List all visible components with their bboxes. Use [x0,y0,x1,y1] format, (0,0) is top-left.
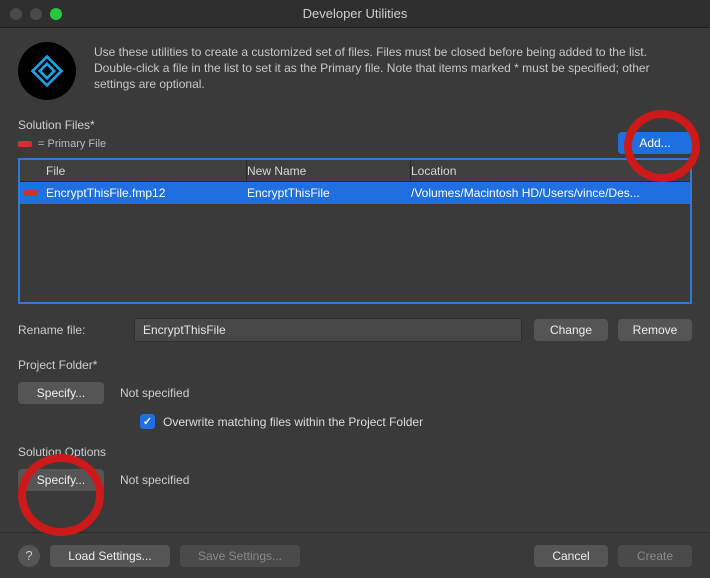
cell-new-name: EncryptThisFile [247,186,411,200]
table-row[interactable]: EncryptThisFile.fmp12 EncryptThisFile /V… [20,182,690,204]
column-location[interactable]: Location [411,160,690,181]
primary-file-legend: = Primary File [18,138,692,150]
dialog-footer: ? Load Settings... Save Settings... Canc… [0,532,710,578]
close-window-icon[interactable] [10,8,22,20]
remove-button[interactable]: Remove [618,319,692,341]
cell-location: /Volumes/Macintosh HD/Users/vince/Des... [411,186,690,200]
table-header: File New Name Location [20,160,690,182]
solution-options-specify-button[interactable]: Specify... [18,469,104,491]
project-folder-specify-button[interactable]: Specify... [18,382,104,404]
overwrite-label: Overwrite matching files within the Proj… [163,415,423,429]
column-new-name[interactable]: New Name [247,160,411,181]
primary-file-indicator-icon [18,141,32,147]
app-icon [18,42,76,100]
cell-file: EncryptThisFile.fmp12 [42,186,247,200]
cancel-button[interactable]: Cancel [534,545,608,567]
load-settings-button[interactable]: Load Settings... [50,545,170,567]
add-button[interactable]: Add... [618,132,692,154]
project-folder-heading: Project Folder* [18,358,692,372]
rename-label: Rename file: [18,323,122,337]
project-folder-status: Not specified [120,386,189,400]
solution-files-heading: Solution Files* [18,118,692,132]
help-button[interactable]: ? [18,545,40,567]
minimize-window-icon[interactable] [30,8,42,20]
overwrite-checkbox[interactable]: ✓ [140,414,155,429]
column-file[interactable]: File [42,160,247,181]
zoom-window-icon[interactable] [50,8,62,20]
solution-options-status: Not specified [120,473,189,487]
solution-options-heading: Solution Options [18,445,692,459]
primary-file-legend-text: = Primary File [38,138,106,150]
solution-files-table[interactable]: File New Name Location EncryptThisFile.f… [18,158,692,304]
rename-input[interactable] [134,318,522,342]
window-title: Developer Utilities [0,6,710,21]
create-button[interactable]: Create [618,545,692,567]
save-settings-button[interactable]: Save Settings... [180,545,300,567]
intro-text: Use these utilities to create a customiz… [94,42,692,100]
title-bar: Developer Utilities [0,0,710,28]
window-controls [10,8,62,20]
primary-file-indicator-icon [24,190,38,196]
change-button[interactable]: Change [534,319,608,341]
